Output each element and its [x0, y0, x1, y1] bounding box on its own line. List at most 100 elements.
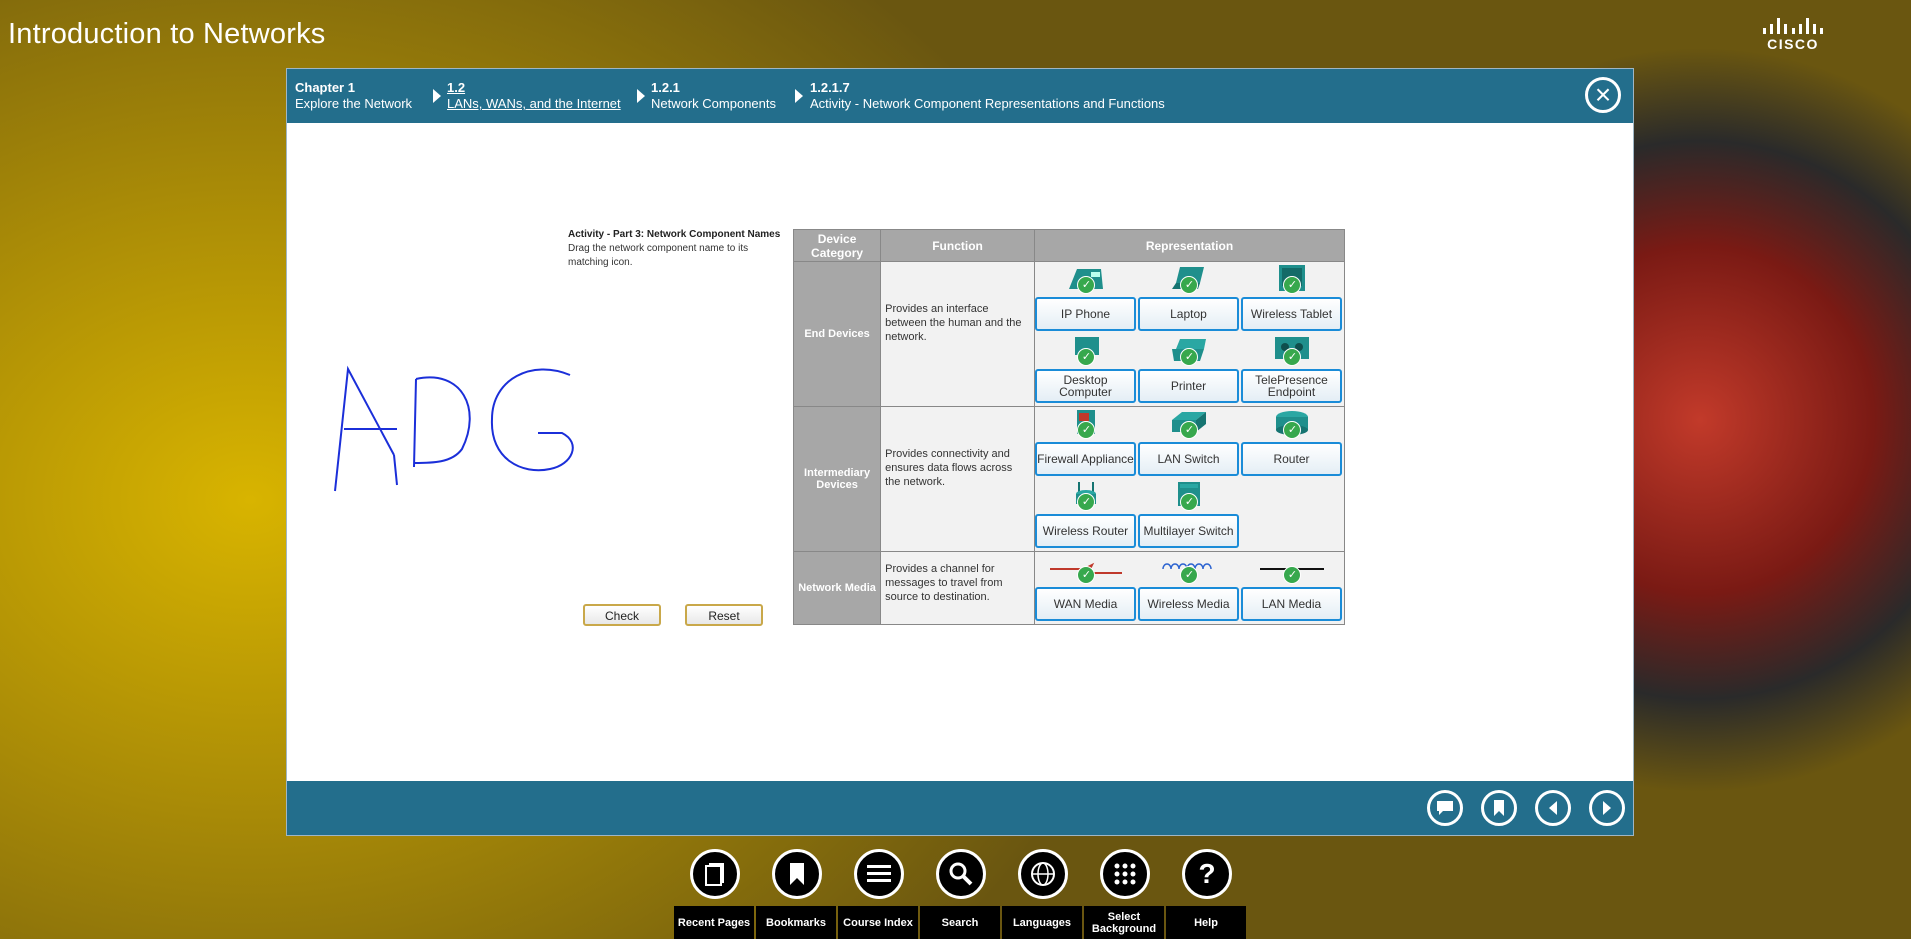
breadcrumb-section[interactable]: 1.2 LANs, WANs, and the Internet — [447, 80, 621, 112]
check-icon: ✓ — [1077, 276, 1096, 294]
nav-label: Bookmarks — [756, 906, 836, 939]
check-icon: ✓ — [1180, 493, 1199, 511]
nav-help[interactable]: ? Help — [1166, 844, 1248, 939]
check-icon: ✓ — [1077, 566, 1096, 584]
cisco-logo: CISCO — [1763, 18, 1823, 52]
languages-icon — [1018, 849, 1068, 899]
bookmark-icon[interactable] — [1481, 790, 1517, 826]
category-network-media: Network Media — [792, 551, 882, 625]
bookmarks-icon — [772, 849, 822, 899]
handwritten-scribble — [334, 365, 574, 492]
check-button[interactable]: Check — [583, 604, 661, 626]
nav-languages[interactable]: Languages — [1002, 844, 1084, 939]
label-wan-media[interactable]: WAN Media — [1034, 587, 1136, 621]
drop-slot[interactable]: ✓ TelePresence Endpoint — [1240, 334, 1344, 406]
drop-slot[interactable]: ✓ Laptop — [1137, 262, 1241, 334]
bottom-navigation: Recent Pages Bookmarks Course Index Sear… — [674, 844, 1248, 939]
label-firewall-appliance[interactable]: Firewall Appliance — [1034, 442, 1136, 476]
drop-slot[interactable]: ✓ Wireless Media — [1137, 552, 1241, 624]
function-network-media: Provides a channel for messages to trave… — [880, 551, 1035, 625]
close-icon[interactable]: × — [1585, 77, 1621, 113]
breadcrumb-topic[interactable]: 1.2.1 Network Components — [651, 80, 776, 112]
search-icon — [936, 849, 986, 899]
reset-button[interactable]: Reset — [685, 604, 763, 626]
select-background-icon — [1100, 849, 1150, 899]
check-icon: ✓ — [1077, 421, 1096, 439]
representation-end-devices: ✓ IP Phone ✓ Laptop ✓ Wireless Tablet ✓ … — [1033, 261, 1346, 407]
window-footer — [287, 781, 1633, 835]
activity-description: Drag the network component name to its m… — [568, 243, 749, 268]
nav-search[interactable]: Search — [920, 844, 1002, 939]
header-device-category: Device Category — [792, 229, 882, 262]
category-intermediary-devices: Intermediary Devices — [792, 406, 882, 552]
course-index-icon — [854, 849, 904, 899]
drop-slot[interactable]: ✓ Router — [1240, 407, 1344, 479]
previous-icon[interactable] — [1535, 790, 1571, 826]
drop-slot[interactable]: ✓ Printer — [1137, 334, 1241, 406]
check-icon: ✓ — [1283, 566, 1302, 584]
representation-network-media: ✓ WAN Media ✓ Wireless Media ✓ LAN Media — [1033, 551, 1346, 625]
label-printer[interactable]: Printer — [1137, 369, 1239, 403]
drop-slot[interactable]: ✓ Desktop Computer — [1034, 334, 1138, 406]
component-table: Device Category Function Representation … — [792, 229, 1346, 625]
label-desktop-computer[interactable]: Desktop Computer — [1034, 369, 1136, 403]
nav-label: Course Index — [838, 906, 918, 939]
label-lan-switch[interactable]: LAN Switch — [1137, 442, 1239, 476]
check-icon: ✓ — [1077, 348, 1096, 366]
chevron-right-icon — [433, 89, 441, 103]
label-laptop[interactable]: Laptop — [1137, 297, 1239, 331]
nav-course-index[interactable]: Course Index — [838, 844, 920, 939]
drop-slot[interactable]: ✓ IP Phone — [1034, 262, 1138, 334]
label-multilayer-switch[interactable]: Multilayer Switch — [1137, 514, 1239, 548]
activity-instructions: Activity - Part 3: Network Component Nam… — [568, 228, 783, 270]
nav-label: Select Background — [1084, 906, 1164, 939]
chevron-right-icon — [637, 89, 645, 103]
comment-icon[interactable] — [1427, 790, 1463, 826]
check-icon: ✓ — [1180, 348, 1199, 366]
empty-slot — [1241, 479, 1344, 551]
nav-select-background[interactable]: Select Background — [1084, 844, 1166, 939]
cisco-wordmark: CISCO — [1767, 36, 1819, 52]
label-wireless-media[interactable]: Wireless Media — [1137, 587, 1239, 621]
recent-pages-icon — [690, 849, 740, 899]
check-icon: ✓ — [1077, 493, 1096, 511]
function-end-devices: Provides an interface between the human … — [880, 261, 1035, 407]
app-title: Introduction to Networks — [8, 18, 326, 50]
nav-bookmarks[interactable]: Bookmarks — [756, 844, 838, 939]
header-representation: Representation — [1033, 229, 1346, 262]
header-function: Function — [880, 229, 1035, 262]
drop-slot[interactable]: ✓ Firewall Appliance — [1034, 407, 1138, 479]
check-icon: ✓ — [1283, 421, 1302, 439]
label-lan-media[interactable]: LAN Media — [1240, 587, 1342, 621]
nav-label: Languages — [1002, 906, 1082, 939]
drop-slot[interactable]: ✓ LAN Media — [1240, 552, 1344, 624]
chevron-right-icon — [795, 89, 803, 103]
course-window: Chapter 1 Explore the Network 1.2 LANs, … — [286, 68, 1634, 836]
label-telepresence-endpoint[interactable]: TelePresence Endpoint — [1240, 369, 1342, 403]
breadcrumb-chapter[interactable]: Chapter 1 Explore the Network — [295, 80, 412, 112]
label-wireless-router[interactable]: Wireless Router — [1034, 514, 1136, 548]
help-icon: ? — [1182, 849, 1232, 899]
category-end-devices: End Devices — [792, 261, 882, 407]
drop-slot[interactable]: ✓ Multilayer Switch — [1137, 479, 1241, 551]
drop-slot[interactable]: ✓ LAN Switch — [1137, 407, 1241, 479]
label-router[interactable]: Router — [1240, 442, 1342, 476]
drop-slot[interactable]: ✓ Wireless Tablet — [1240, 262, 1344, 334]
function-intermediary-devices: Provides connectivity and ensures data f… — [880, 406, 1035, 552]
check-icon: ✓ — [1180, 566, 1199, 584]
representation-intermediary-devices: ✓ Firewall Appliance ✓ LAN Switch ✓ Rout… — [1033, 406, 1346, 552]
check-icon: ✓ — [1283, 276, 1302, 294]
nav-label: Help — [1166, 906, 1246, 939]
label-ip-phone[interactable]: IP Phone — [1034, 297, 1136, 331]
nav-label: Recent Pages — [674, 906, 754, 939]
breadcrumb: Chapter 1 Explore the Network 1.2 LANs, … — [287, 69, 1633, 123]
drop-slot[interactable]: ✓ Wireless Router — [1034, 479, 1138, 551]
next-icon[interactable] — [1589, 790, 1625, 826]
breadcrumb-page: 1.2.1.7 Activity - Network Component Rep… — [810, 80, 1165, 111]
check-icon: ✓ — [1180, 276, 1199, 294]
nav-recent-pages[interactable]: Recent Pages — [674, 844, 756, 939]
check-icon: ✓ — [1283, 348, 1302, 366]
label-wireless-tablet[interactable]: Wireless Tablet — [1240, 297, 1342, 331]
check-icon: ✓ — [1180, 421, 1199, 439]
drop-slot[interactable]: ✓ WAN Media — [1034, 552, 1138, 624]
